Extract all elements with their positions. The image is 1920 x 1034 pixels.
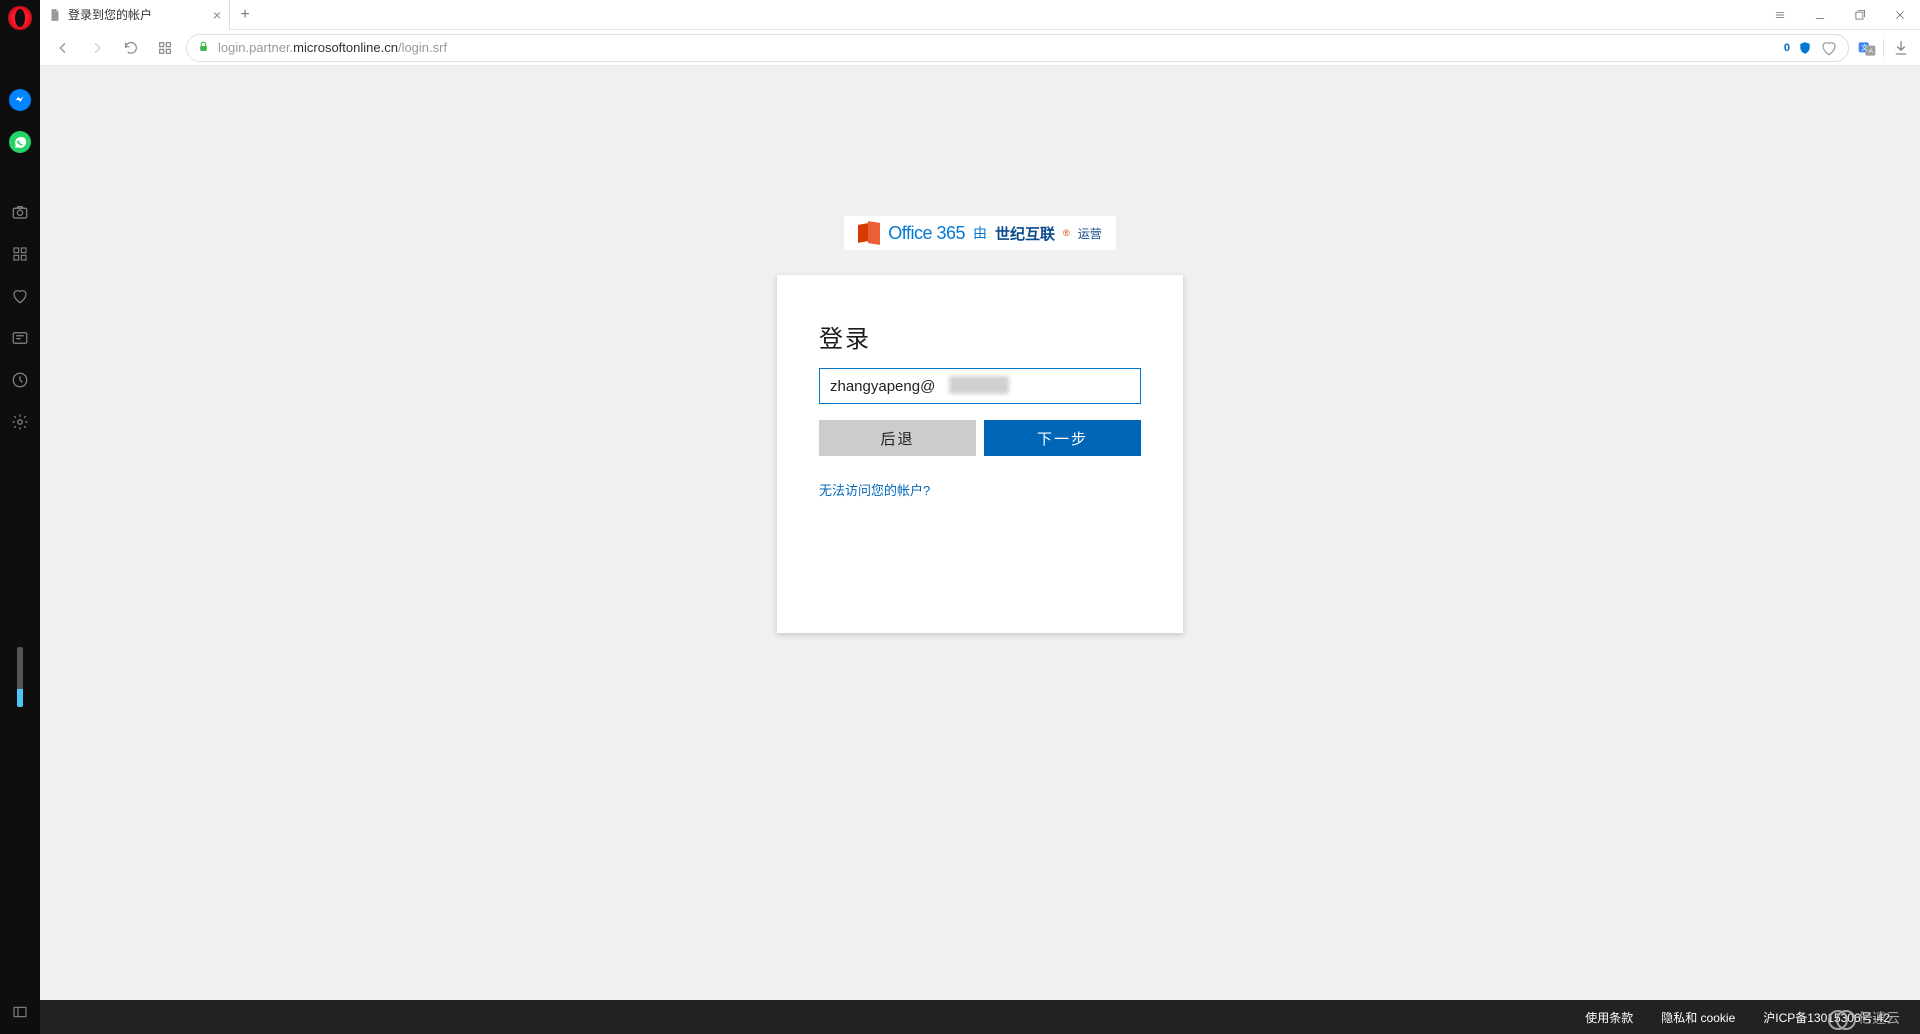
brand-bar: Office 365 由 世纪互联 ® 运营 [844,216,1115,250]
brand-product: Office 365 [888,223,965,244]
watermark-text: 亿速云 [1858,1008,1900,1028]
downloads-icon[interactable] [1892,39,1910,57]
footer-privacy-link[interactable]: 隐私和 cookie [1661,1009,1735,1026]
bookmark-heart-icon[interactable] [1820,39,1838,57]
easy-setup-icon[interactable] [1760,0,1800,30]
login-card: 登录 后退 下一步 无法访问您的帐户? [777,275,1183,633]
news-icon[interactable] [8,326,32,350]
redacted-domain [949,376,1009,394]
document-icon [48,8,62,22]
heart-icon[interactable] [8,284,32,308]
minimize-button[interactable] [1800,0,1840,30]
url-text: login.partner.microsoftonline.cn/login.s… [218,40,447,55]
lock-icon [197,40,210,56]
watermark-icon [1828,1010,1854,1026]
next-button[interactable]: 下一步 [984,420,1141,456]
volume-indicator [17,647,23,707]
footer-terms-link[interactable]: 使用条款 [1585,1009,1633,1026]
settings-icon[interactable] [8,410,32,434]
browser-sidebar [0,0,40,1034]
reload-button[interactable] [118,35,144,61]
camera-icon[interactable] [8,200,32,224]
cannot-access-link[interactable]: 无法访问您的帐户? [819,480,930,499]
tab-close-icon[interactable]: × [213,8,221,22]
brand-operated: 运营 [1078,225,1102,242]
tab-title: 登录到您的帐户 [68,6,152,23]
svg-text:文: 文 [1861,42,1868,51]
svg-text:A: A [1869,48,1874,55]
nav-back-button[interactable] [50,35,76,61]
apps-icon[interactable] [8,242,32,266]
page-content: Office 365 由 世纪互联 ® 运营 登录 后退 下一步 无法访问您的帐… [40,66,1920,1034]
whatsapp-icon[interactable] [8,130,32,154]
back-button[interactable]: 后退 [819,420,976,456]
translate-icon[interactable]: 文A [1857,39,1875,57]
office365-icon [858,222,880,244]
browser-tab[interactable]: 登录到您的帐户 × [40,0,230,30]
watermark: 亿速云 [1828,1008,1900,1028]
login-title: 登录 [819,319,1141,354]
maximize-button[interactable] [1840,0,1880,30]
close-window-button[interactable] [1880,0,1920,30]
speed-dial-icon[interactable] [152,35,178,61]
history-icon[interactable] [8,368,32,392]
new-tab-button[interactable]: + [230,0,260,30]
brand-operator: 世纪互联 [995,223,1055,244]
page-footer: 使用条款 隐私和 cookie 沪ICP备13015306号-42 [40,1000,1920,1034]
address-bar: login.partner.microsoftonline.cn/login.s… [40,30,1920,66]
nav-forward-button[interactable] [84,35,110,61]
panel-toggle-icon[interactable] [8,1000,32,1024]
tab-strip: 登录到您的帐户 × + [40,0,1920,30]
shield-icon[interactable] [1798,41,1812,55]
blocker-count: 0 [1784,42,1790,54]
opera-logo-icon[interactable] [8,6,32,30]
messenger-icon[interactable] [8,88,32,112]
brand-by: 由 [973,223,987,243]
window-controls [1760,0,1920,30]
url-input[interactable]: login.partner.microsoftonline.cn/login.s… [186,34,1849,62]
